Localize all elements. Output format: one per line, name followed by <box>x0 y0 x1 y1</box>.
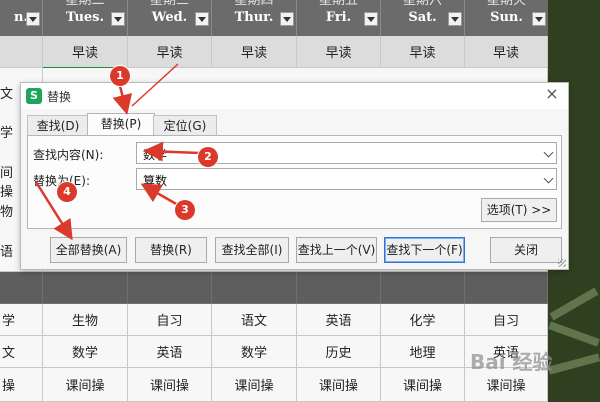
filter-dropdown-icon[interactable] <box>26 12 40 26</box>
table-row-morning: 早读 早读 早读 早读 早读 早读 <box>0 36 548 68</box>
tab-find[interactable]: 查找(D) <box>27 115 89 136</box>
find-next-button[interactable]: 查找下一个(F) <box>384 237 465 263</box>
close-icon[interactable]: × <box>544 86 560 102</box>
table-cell[interactable]: 课间操 <box>297 368 381 402</box>
tab-replace[interactable]: 替换(P) <box>87 113 155 137</box>
table-cell[interactable] <box>43 272 128 304</box>
header-cell-wed[interactable]: 星期三 Wed. <box>128 0 212 36</box>
step-badge-4: 4 <box>57 182 77 202</box>
table-cell[interactable]: 早读 <box>381 36 465 68</box>
table-cell[interactable]: 英语 <box>128 336 212 368</box>
header-cell-tue[interactable]: 星期二 Tues. <box>43 0 128 36</box>
table-cell[interactable]: 早读 <box>297 36 381 68</box>
table-row: 学 生物 自习 语文 英语 化学 自习 <box>0 304 548 336</box>
filter-dropdown-icon[interactable] <box>280 12 294 26</box>
header-cell-mon[interactable]: n. <box>0 0 43 36</box>
table-cell[interactable] <box>212 272 297 304</box>
table-cell[interactable]: 语文 <box>212 304 297 336</box>
find-label: 查找内容(N): <box>33 148 104 162</box>
tab-goto[interactable]: 定位(G) <box>153 115 217 136</box>
chevron-down-icon[interactable] <box>543 173 554 184</box>
table-cell[interactable] <box>128 272 212 304</box>
table-cell[interactable]: 早读 <box>128 36 212 68</box>
table-cell[interactable]: 化学 <box>381 304 465 336</box>
find-all-button[interactable]: 查找全部(I) <box>215 237 289 263</box>
table-cell[interactable]: 课间操 <box>128 368 212 402</box>
table-cell[interactable]: 课间操 <box>381 368 465 402</box>
table-cell[interactable] <box>465 272 548 304</box>
filter-dropdown-icon[interactable] <box>448 12 462 26</box>
header-cell-sat[interactable]: 星期六 Sat. <box>381 0 465 36</box>
watermark-logo: Bai 经验 <box>470 349 553 374</box>
row-label-fragment: 物 <box>0 205 14 220</box>
replace-button[interactable]: 替换(R) <box>135 237 207 263</box>
table-cell[interactable] <box>0 36 43 68</box>
find-previous-button[interactable]: 查找上一个(V) <box>296 237 377 263</box>
filter-dropdown-icon[interactable] <box>532 12 546 26</box>
table-cell[interactable]: 课间操 <box>43 368 128 402</box>
table-cell[interactable]: 数学 <box>43 336 128 368</box>
row-label-fragment: 语 <box>0 245 14 260</box>
row-label-fragment: 间操 <box>0 166 14 200</box>
table-cell[interactable]: 早读 <box>212 36 297 68</box>
header-cell-thu[interactable]: 星期四 Thur. <box>212 0 297 36</box>
table-row: 操 课间操 课间操 课间操 课间操 课间操 课间操 <box>0 368 548 402</box>
row-label-fragment: 文 <box>0 87 14 102</box>
filter-dropdown-icon[interactable] <box>111 12 125 26</box>
step-badge-2: 2 <box>198 147 218 167</box>
replace-panel: 查找内容(N): 数学 替换为(E): 算数 选项(T) >> <box>27 135 562 229</box>
dialog-title: 替换 <box>47 90 72 104</box>
table-cell[interactable]: 生物 <box>43 304 128 336</box>
table-cell[interactable] <box>381 272 465 304</box>
step-badge-3: 3 <box>175 200 195 220</box>
replace-dialog: S 替换 × 查找(D) 替换(P) 定位(G) 查找内容(N): 数学 替换为… <box>20 82 569 270</box>
replace-all-button[interactable]: 全部替换(A) <box>50 237 127 263</box>
replace-input[interactable]: 算数 <box>136 168 557 190</box>
header-cell-sun[interactable]: 星期天 Sun. <box>465 0 549 36</box>
table-cell[interactable] <box>0 272 43 304</box>
table-cell[interactable]: 操 <box>0 368 43 402</box>
table-cell[interactable]: 自习 <box>465 304 548 336</box>
table-cell[interactable]: 数学 <box>212 336 297 368</box>
table-cell[interactable]: 历史 <box>297 336 381 368</box>
table-cell[interactable]: 课间操 <box>212 368 297 402</box>
chevron-down-icon[interactable] <box>543 147 554 158</box>
table-cell[interactable]: 学 <box>0 304 43 336</box>
table-cell[interactable]: 英语 <box>297 304 381 336</box>
table-cell[interactable]: 早读 <box>465 36 548 68</box>
table-cell[interactable]: 文 <box>0 336 43 368</box>
close-button[interactable]: 关闭 <box>490 237 562 263</box>
table-cell[interactable]: 自习 <box>128 304 212 336</box>
dialog-title-bar[interactable]: S 替换 × <box>21 83 568 109</box>
app-logo-icon: S <box>26 88 42 104</box>
resize-handle[interactable] <box>558 259 566 267</box>
table-cell[interactable]: 早读 <box>43 36 128 68</box>
options-button[interactable]: 选项(T) >> <box>481 198 557 222</box>
table-cell[interactable]: 地理 <box>381 336 465 368</box>
table-row-divider <box>0 272 548 304</box>
table-cell[interactable] <box>297 272 381 304</box>
step-badge-1: 1 <box>110 66 130 86</box>
header-cell-fri[interactable]: 星期五 Fri. <box>297 0 381 36</box>
filter-dropdown-icon[interactable] <box>364 12 378 26</box>
table-row: 文 数学 英语 数学 历史 地理 英语 <box>0 336 548 368</box>
filter-dropdown-icon[interactable] <box>195 12 209 26</box>
row-label-fragment: 学 <box>0 126 14 141</box>
